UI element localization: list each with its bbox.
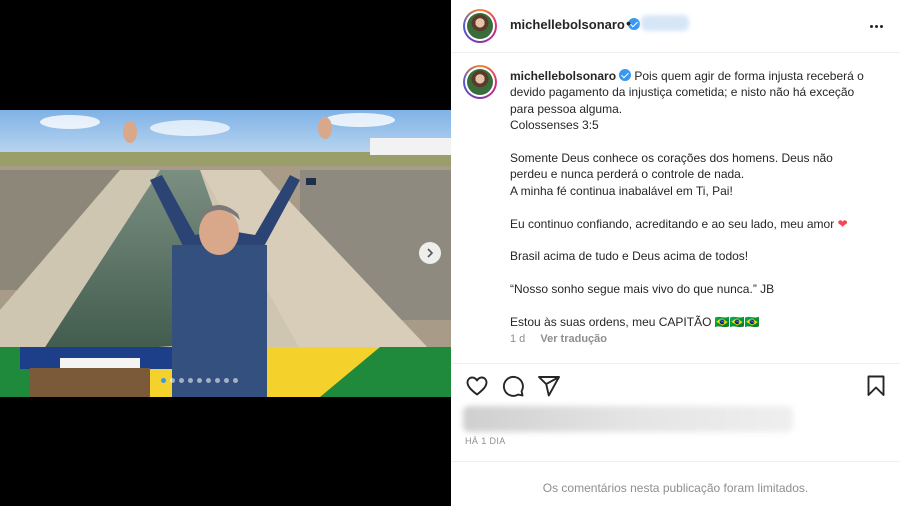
red-heart-icon: ❤: [837, 216, 848, 231]
caption-meta: 1 d Ver tradução: [510, 333, 619, 345]
caption-username[interactable]: michellebolsonaro: [510, 69, 616, 83]
post-actions: HÁ 1 DIA: [451, 363, 900, 461]
post-author-username[interactable]: michellebolsonaro: [510, 17, 640, 32]
caption-line: devido pagamento da injustiça cometida; …: [510, 85, 855, 100]
post-header: michellebolsonaro •: [451, 0, 900, 53]
instagram-post-viewer: michellebolsonaro • michellebolsonaro Po…: [0, 0, 900, 506]
caption-line: Estou às suas ordens, meu CAPITÃO 🇧🇷🇧🇷🇧🇷: [510, 315, 760, 330]
carousel-indicator: [161, 378, 238, 383]
caption-avatar[interactable]: [463, 65, 497, 99]
caption-age: 1 d: [510, 333, 526, 345]
carousel-dot: [224, 378, 229, 383]
carousel-dot: [197, 378, 202, 383]
save-bookmark-icon[interactable]: [864, 374, 888, 398]
carousel-dot: [161, 378, 166, 383]
more-horizontal-icon[interactable]: [865, 15, 887, 37]
carousel-dot: [233, 378, 238, 383]
share-paper-plane-icon[interactable]: [537, 374, 561, 398]
caption-line: Somente Deus conhece os corações dos hom…: [510, 151, 833, 166]
comments-limited-notice: Os comentários nesta publicação foram li…: [542, 481, 809, 495]
like-heart-icon[interactable]: [465, 374, 489, 398]
separator-dot: •: [626, 15, 631, 31]
carousel-dot: [206, 378, 211, 383]
post-photo[interactable]: [0, 110, 451, 397]
chevron-right-icon: [427, 248, 434, 258]
carousel-dot: [179, 378, 184, 383]
follow-button-blurred[interactable]: [641, 15, 689, 31]
see-translation-link[interactable]: Ver tradução: [540, 333, 607, 345]
verified-badge-icon: [619, 69, 632, 81]
caption-section: michellebolsonaro Pois quem agir de form…: [451, 53, 900, 363]
comments-section: Os comentários nesta publicação foram li…: [451, 461, 900, 506]
carousel-next-button[interactable]: [419, 242, 441, 264]
caption-line: Eu continuo confiando, acreditando e ao …: [510, 216, 848, 231]
likes-count-blurred[interactable]: [463, 406, 793, 432]
caption-line: perdeu e nunca perderá o controle de nad…: [510, 167, 745, 182]
carousel-dot: [170, 378, 175, 383]
post-media: [0, 0, 451, 506]
post-timestamp: HÁ 1 DIA: [465, 436, 506, 446]
caption-line: michellebolsonaro Pois quem agir de form…: [510, 69, 864, 83]
caption-line: Brasil acima de tudo e Deus acima de tod…: [510, 249, 749, 264]
post-side-panel: michellebolsonaro • michellebolsonaro Po…: [451, 0, 900, 506]
caption-line: Colossenses 3:5: [510, 118, 599, 133]
carousel-dot: [215, 378, 220, 383]
post-caption: michellebolsonaro Pois quem agir de form…: [510, 68, 882, 330]
comment-icon[interactable]: [501, 374, 525, 398]
avatar[interactable]: [463, 9, 497, 43]
carousel-dot: [188, 378, 193, 383]
caption-line: para pessoa alguma.: [510, 101, 623, 116]
caption-line: A minha fé continua inabalável em Ti, Pa…: [510, 183, 733, 198]
caption-line: “Nosso sonho segue mais vivo do que nunc…: [510, 282, 775, 297]
